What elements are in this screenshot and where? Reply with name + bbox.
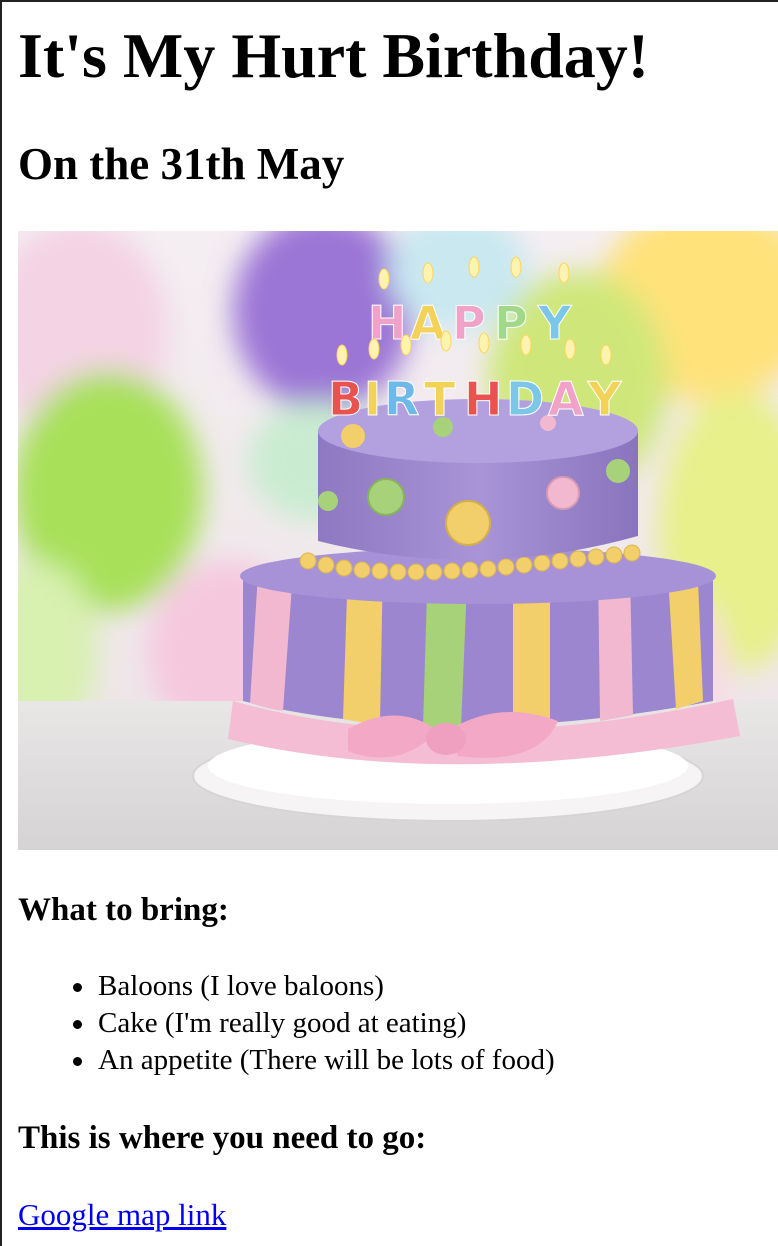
svg-text:R: R (384, 372, 419, 426)
svg-text:D: D (506, 372, 544, 426)
bullet-icon (73, 1020, 82, 1029)
birthday-cake-image: H A P P Y B I R T H D A Y (18, 231, 778, 850)
window-left-border (0, 0, 2, 1246)
window-top-border (0, 0, 778, 2)
list-item: Baloons (I love baloons) (73, 968, 555, 1005)
list-item: Cake (I'm really good at eating) (73, 1005, 555, 1042)
what-to-bring-heading: What to bring: (18, 892, 229, 928)
list-item-text: Cake (I'm really good at eating) (98, 1007, 467, 1039)
list-item: An appetite (There will be lots of food) (73, 1042, 555, 1079)
bullet-icon (73, 983, 82, 992)
svg-text:B: B (328, 372, 363, 426)
svg-text:A: A (548, 372, 584, 426)
bring-list: Baloons (I love baloons) Cake (I'm reall… (18, 968, 555, 1079)
location-heading: This is where you need to go: (18, 1120, 427, 1156)
svg-text:I: I (364, 372, 381, 426)
date-heading: On the 31th May (18, 139, 345, 189)
google-map-link[interactable]: Google map link (18, 1196, 226, 1234)
list-item-text: An appetite (There will be lots of food) (98, 1044, 555, 1076)
page-title: It's My Hurt Birthday! (18, 20, 650, 91)
svg-text:T: T (424, 372, 456, 426)
svg-text:H: H (464, 372, 503, 426)
svg-text:Y: Y (587, 372, 622, 426)
list-item-text: Baloons (I love baloons) (98, 970, 384, 1002)
bullet-icon (73, 1057, 82, 1066)
